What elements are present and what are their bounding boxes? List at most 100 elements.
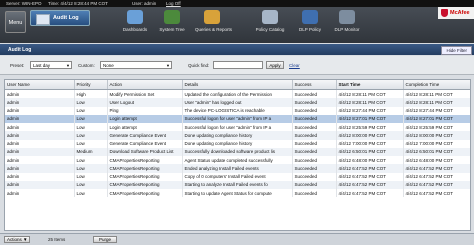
cell-priority: Low [74,139,108,148]
nav-system-tree[interactable]: System Tree [155,10,189,40]
cell-success: Succeeded [292,172,337,181]
apply-button[interactable]: Apply [266,61,284,69]
cell-user-name: admin [5,189,75,198]
table-row[interactable]: admin High Modify Permission Set Updated th… [5,89,470,99]
cell-success: Succeeded [292,114,337,123]
cell-completion-time: 4/4/12 6:47:52 PM COT [403,172,470,181]
column-header-action[interactable]: Action [107,80,183,90]
column-header-success[interactable]: Success [292,80,337,90]
cell-details: Successfully downloaded software product… [182,147,293,156]
cell-start-time: 4/4/12 8:00:00 PM COT [336,131,404,140]
actions-button[interactable]: Actions ▼ [4,236,30,243]
table-row[interactable]: admin Low Generate Compliance Event Done up… [5,139,470,148]
column-header-user-name[interactable]: User Name [5,80,75,90]
cell-start-time: 4/4/12 7:00:00 PM COT [336,139,404,148]
nav-dlp-monitor[interactable]: DLP Monitor [330,10,364,40]
nav-queries-reports[interactable]: Queries & Reports [195,10,232,40]
table-row[interactable]: admin Low CMAPropertiesReporting Ended anal… [5,164,470,173]
logoff-link[interactable]: Log Off [166,0,181,7]
dlp-monitor-icon [339,10,355,24]
cell-completion-time: 4/4/12 7:00:00 PM COT [403,139,470,148]
cell-start-time: 4/4/12 8:25:59 PM COT [336,123,404,132]
table-row[interactable]: admin Low Login attempt Successful logon fo… [5,123,470,132]
cell-completion-time: 4/4/12 8:28:11 PM COT [403,89,470,99]
quick-find-input[interactable] [213,61,263,69]
cell-action: CMAPropertiesReporting [107,180,183,189]
cell-action: User Logout [107,98,183,107]
table-row[interactable]: admin Low Generate Compliance Event Done up… [5,131,470,140]
cell-details: Done updating compliance history [182,139,293,148]
cell-start-time: 4/4/12 6:47:52 PM COT [336,164,404,173]
dashboards-icon [127,10,143,24]
cell-completion-time: 4/4/12 8:00:00 PM COT [403,131,470,140]
menu-button[interactable]: Menu [5,11,26,33]
table-row[interactable]: admin Low CMAPropertiesReporting Starting t… [5,189,470,198]
table-row[interactable]: admin Low Ping The device PC-LOGISTICA is r… [5,106,470,115]
cell-priority: Low [74,106,108,115]
table-row[interactable]: admin Low CMAPropertiesReporting Agent Stat… [5,156,470,165]
cell-start-time: 4/4/12 6:47:52 PM COT [336,180,404,189]
column-header-priority[interactable]: Priority [74,80,108,90]
table-row[interactable]: admin Low CMAPropertiesReporting Copy of 0 … [5,172,470,181]
cell-details: Agent Status update completed successful… [182,156,293,165]
column-header-completion-time[interactable]: Completion Time [403,80,470,90]
nav-dlp-policy[interactable]: DLP Policy [293,10,327,40]
nav-policy-catalog[interactable]: Policy Catalog [253,10,287,40]
cell-priority: Low [74,180,108,189]
cell-completion-time: 4/4/12 6:47:52 PM COT [403,180,470,189]
cell-completion-time: 4/4/12 8:25:59 PM COT [403,123,470,132]
cell-start-time: 4/4/12 6:47:52 PM COT [336,189,404,198]
cell-priority: Low [74,189,108,198]
cell-success: Succeeded [292,189,337,198]
audit-log-icon [36,14,50,25]
cell-priority: Low [74,172,108,181]
cell-user-name: admin [5,123,75,132]
cell-completion-time: 4/4/12 8:27:01 PM COT [403,114,470,123]
table-row[interactable]: admin Medium Download Software Product Lis… [5,147,470,156]
chevron-down-icon: ▼ [23,237,28,242]
cell-action: Generate Compliance Event [107,139,183,148]
cell-success: Succeeded [292,139,337,148]
cell-action: CMAPropertiesReporting [107,156,183,165]
cell-completion-time: 4/4/12 6:47:52 PM COT [403,164,470,173]
cell-start-time: 4/4/12 8:28:11 PM COT [336,89,404,99]
nav-dashboards[interactable]: Dashboards [118,10,152,40]
cell-priority: Low [74,114,108,123]
cell-details: The device PC-LOGISTICA is reachable [182,106,293,115]
cell-user-name: admin [5,89,75,99]
cell-action: Ping [107,106,183,115]
column-header-start-time[interactable]: Start Time [336,80,404,90]
cell-start-time: 4/4/12 6:47:52 PM COT [336,172,404,181]
clear-link[interactable]: Clear [289,63,300,68]
time-label: Time: 4/4/12 8:28:44 PM COT [48,1,108,6]
custom-select[interactable]: None ▼ [100,61,172,69]
cell-user-name: admin [5,139,75,148]
column-header-details[interactable]: Details [182,80,293,90]
cell-action: CMAPropertiesReporting [107,189,183,198]
hide-filter-button[interactable]: Hide Filter [441,46,472,55]
cell-details: Copy of 0 computers' Install Failed even… [182,172,293,181]
top-status-bar: Server: WIN-EPO Time: 4/4/12 8:28:44 PM … [0,0,474,7]
cell-success: Succeeded [292,98,337,107]
table-row[interactable]: admin Low CMAPropertiesReporting Starting t… [5,180,470,189]
cell-start-time: 4/4/12 8:27:44 PM COT [336,106,404,115]
cell-priority: Low [74,131,108,140]
quick-find-label: Quick find: [188,63,210,68]
table-row[interactable]: admin Low User Logout User "admin" has logg… [5,98,470,107]
cell-details: Successful logon for user "admin" from I… [182,123,293,132]
purge-button[interactable]: Purge [93,236,117,243]
table-row[interactable]: admin Low Login attempt Successful logon fo… [5,114,470,123]
cell-completion-time: 4/4/12 6:47:52 PM COT [403,189,470,198]
tab-audit-log[interactable]: Audit Log [30,10,90,26]
cell-success: Succeeded [292,156,337,165]
cell-user-name: admin [5,180,75,189]
footer-bar: Actions ▼ 25 Items Purge [0,233,474,245]
policy-catalog-icon [262,10,278,24]
chevron-down-icon: ▼ [66,63,70,68]
cell-action: Download Software Product List [107,147,183,156]
table-header-row: User Name Priority Action Details Succes… [5,80,470,90]
preset-select[interactable]: Last day ▼ [30,61,72,69]
chevron-down-icon: ▼ [166,63,170,68]
cell-details: Starting to analyze Install Failed event… [182,180,293,189]
mcafee-logo: McAfee [438,7,474,19]
